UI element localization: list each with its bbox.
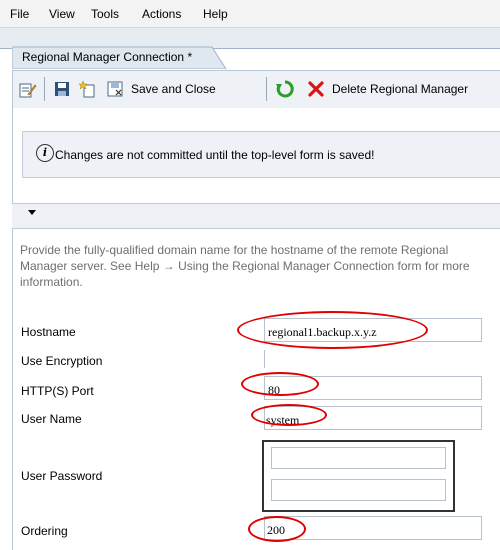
password-field[interactable] — [271, 447, 446, 469]
delete-icon[interactable] — [307, 80, 325, 98]
hostname-label: Hostname — [21, 325, 76, 339]
new-document-icon[interactable] — [79, 80, 97, 98]
ordering-label: Ordering — [21, 524, 68, 538]
save-and-close-button[interactable]: Save and Close — [131, 82, 216, 96]
tab-title: Regional Manager Connection * — [22, 50, 193, 64]
username-label: User Name — [21, 412, 82, 426]
password-confirm-field[interactable] — [271, 479, 446, 501]
port-label: HTTP(S) Port — [21, 384, 94, 398]
info-message: Changes are not committed until the top-… — [55, 148, 375, 162]
collapse-arrow-icon[interactable] — [28, 210, 36, 215]
edit-icon[interactable] — [19, 81, 37, 99]
menu-file[interactable]: File — [10, 7, 29, 21]
save-icon[interactable] — [53, 80, 71, 98]
annotation-port — [241, 372, 319, 396]
password-label: User Password — [21, 469, 103, 483]
menu-actions[interactable]: Actions — [142, 7, 181, 21]
section-header[interactable] — [12, 203, 500, 229]
menu-view[interactable]: View — [49, 7, 75, 21]
refresh-icon[interactable] — [276, 80, 294, 98]
annotation-ordering — [248, 516, 306, 542]
menu-bar: File View Tools Actions Help — [0, 0, 500, 28]
form-description: Provide the fully-qualified domain name … — [20, 243, 470, 289]
toolbar-separator — [44, 77, 45, 101]
toolbar: Save and Close Delete Regional Manager — [12, 70, 500, 109]
delete-regional-manager-button[interactable]: Delete Regional Manager — [332, 82, 468, 96]
use-encryption-checkbox[interactable] — [264, 350, 266, 368]
menu-tools[interactable]: Tools — [91, 7, 119, 21]
info-icon: i — [36, 144, 54, 162]
menu-help[interactable]: Help — [203, 7, 228, 21]
toolbar-separator — [266, 77, 267, 101]
use-encryption-label: Use Encryption — [21, 354, 103, 368]
annotation-username — [251, 404, 327, 426]
save-and-close-icon[interactable] — [106, 80, 124, 98]
annotation-hostname — [237, 311, 428, 349]
